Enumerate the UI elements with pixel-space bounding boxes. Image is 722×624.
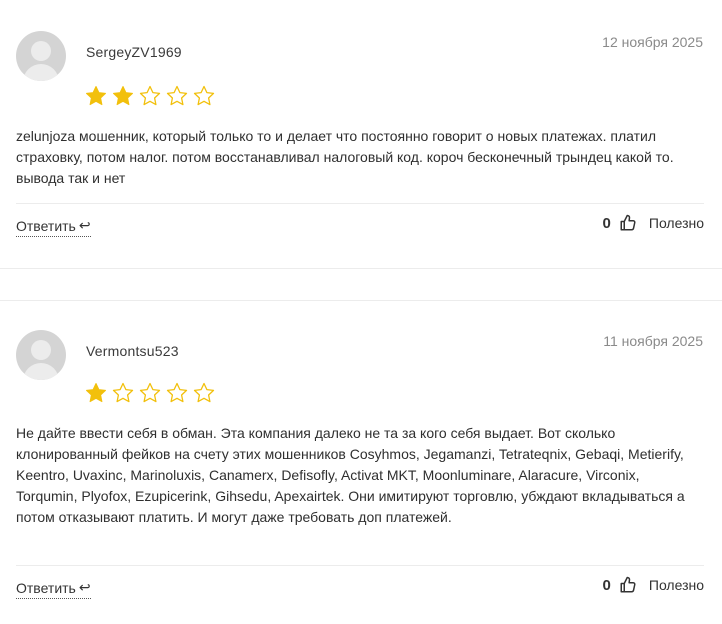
review-username: Vermontsu523 (86, 343, 179, 359)
reply-link[interactable]: Ответить ↩ (16, 579, 91, 599)
divider (16, 565, 704, 566)
review-separator (0, 300, 722, 301)
star-empty-icon (166, 85, 188, 106)
star-filled-icon (86, 86, 106, 106)
default-avatar-icon (16, 330, 66, 380)
vote-block: 0 Полезно (603, 576, 704, 594)
review-card: SergeyZV1969 12 ноября 2025 zelunjoza мо… (0, 0, 722, 269)
star-empty-icon (139, 85, 161, 106)
helpful-label: Полезно (648, 215, 704, 231)
reply-label: Ответить (16, 579, 76, 596)
divider (16, 203, 704, 204)
return-arrow-icon: ↩ (78, 217, 91, 233)
default-avatar-icon (16, 31, 66, 81)
helpful-label: Полезно (648, 577, 704, 593)
star-filled-icon (86, 383, 106, 403)
star-empty-icon (139, 382, 161, 403)
star-filled-icon (113, 86, 133, 106)
review-date: 11 ноября 2025 (603, 333, 703, 349)
thumbs-up-icon[interactable] (619, 214, 637, 232)
review-date: 12 ноября 2025 (602, 34, 703, 50)
review-username: SergeyZV1969 (86, 44, 182, 60)
review-card: Vermontsu523 11 ноября 2025 Не дайте вве… (0, 300, 722, 624)
review-text: Не дайте ввести себя в обман. Эта компан… (16, 425, 685, 525)
star-empty-icon (112, 382, 134, 403)
review-separator (0, 268, 722, 269)
star-empty-icon (193, 382, 215, 403)
vote-block: 0 Полезно (603, 214, 704, 232)
vote-count: 0 (602, 576, 611, 594)
reply-link[interactable]: Ответить ↩ (16, 217, 91, 237)
star-rating (84, 381, 216, 405)
star-empty-icon (193, 85, 215, 106)
review-text: zelunjoza мошенник, который только то и … (16, 128, 674, 186)
return-arrow-icon: ↩ (78, 579, 91, 595)
vote-count: 0 (602, 214, 611, 232)
thumbs-up-icon[interactable] (619, 576, 637, 594)
star-rating (84, 84, 216, 108)
star-empty-icon (166, 382, 188, 403)
reply-label: Ответить (16, 217, 76, 234)
